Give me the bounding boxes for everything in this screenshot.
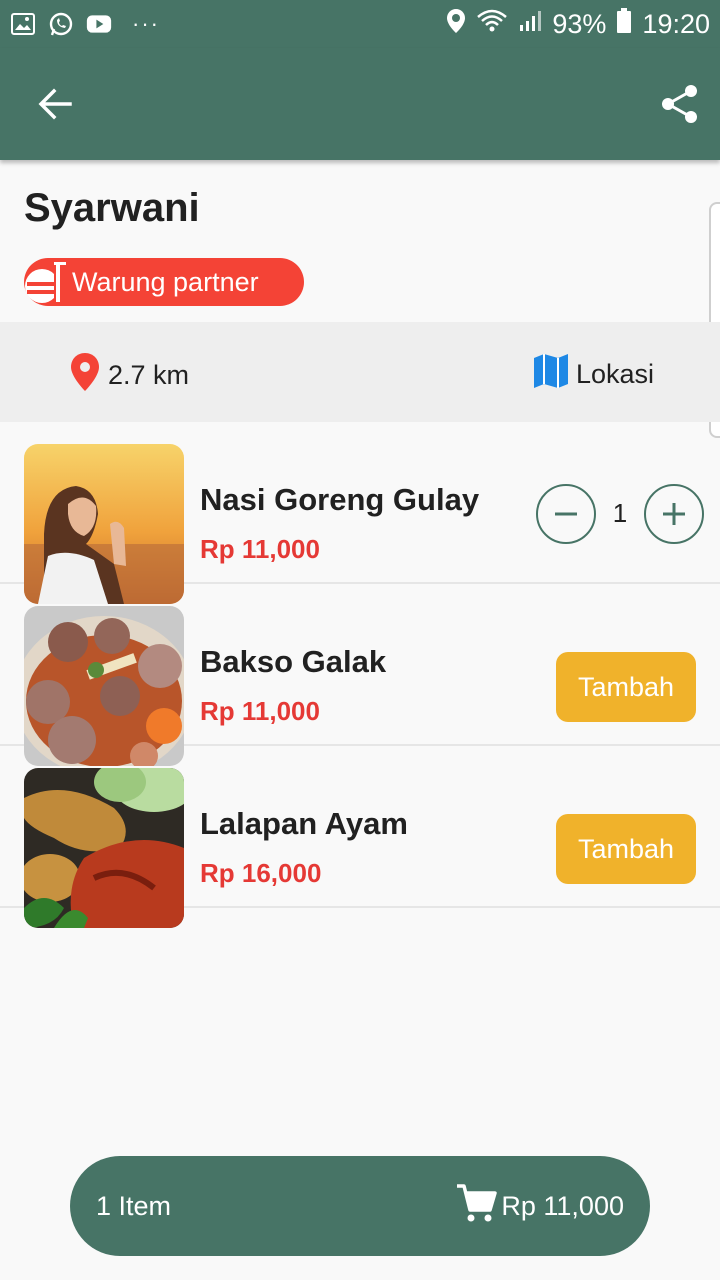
menu-item-image <box>24 768 184 928</box>
location-button[interactable]: Lokasi <box>532 352 654 397</box>
battery-icon <box>616 7 632 41</box>
menu-item-image <box>24 444 184 604</box>
menu-item-image <box>24 606 184 766</box>
distance-value: 2.7 km <box>108 360 190 390</box>
add-to-cart-button[interactable]: Tambah <box>556 814 696 884</box>
add-to-cart-button[interactable]: Tambah <box>556 652 696 722</box>
cart-icon <box>455 1182 498 1231</box>
menu-item-name: Nasi Goreng Gulay <box>200 482 480 517</box>
image-icon <box>10 12 36 36</box>
clock: 19:20 <box>642 8 710 39</box>
location-pin-icon <box>446 8 466 41</box>
cart-item-count: 1 Item <box>96 1190 172 1221</box>
status-bar: ··· 93% 19:20 <box>0 0 720 48</box>
minus-icon <box>555 512 577 516</box>
signal-icon <box>518 9 542 40</box>
distance: 2.7 km <box>70 352 189 399</box>
youtube-icon <box>86 12 112 36</box>
whatsapp-icon <box>48 12 74 36</box>
quantity-value: 1 <box>612 498 628 528</box>
menu-item: Bakso Galak Rp 11,000 Tambah <box>0 584 720 766</box>
increase-quantity-button[interactable] <box>644 484 704 544</box>
battery-level: 93% <box>552 8 607 39</box>
store-name: Syarwani <box>24 186 200 230</box>
more-notifications: ··· <box>132 11 160 36</box>
cart-total: Rp 11,000 <box>501 1190 624 1221</box>
menu-item: Lalapan Ayam Rp 16,000 Tambah <box>0 746 720 928</box>
cart-summary-bar[interactable]: 1 Item Rp 11,000 <box>70 1156 650 1256</box>
menu-item-name: Bakso Galak <box>200 644 387 679</box>
cart-total-group: Rp 11,000 <box>455 1182 624 1231</box>
location-pin-icon <box>70 352 100 399</box>
app-bar <box>0 48 720 160</box>
menu-item-price: Rp 16,000 <box>200 858 322 888</box>
badge-label: Warung partner <box>72 266 259 297</box>
map-icon <box>532 352 570 397</box>
menu-item-price: Rp 11,000 <box>200 696 320 726</box>
wifi-icon <box>476 8 508 41</box>
quantity-stepper: 1 <box>536 484 704 546</box>
burger-drink-icon <box>24 258 70 306</box>
store-info-strip: 2.7 km Lokasi <box>0 322 720 422</box>
arrow-back-icon[interactable] <box>34 82 78 126</box>
plus-icon <box>663 503 685 525</box>
menu-item-name: Lalapan Ayam <box>200 806 408 841</box>
decrease-quantity-button[interactable] <box>536 484 596 544</box>
location-label: Lokasi <box>576 359 655 389</box>
menu-item: Nasi Goreng Gulay Rp 11,000 1 <box>0 422 720 604</box>
share-icon[interactable] <box>658 82 702 126</box>
warung-partner-badge: Warung partner <box>24 258 304 306</box>
menu-item-price: Rp 11,000 <box>200 534 320 564</box>
